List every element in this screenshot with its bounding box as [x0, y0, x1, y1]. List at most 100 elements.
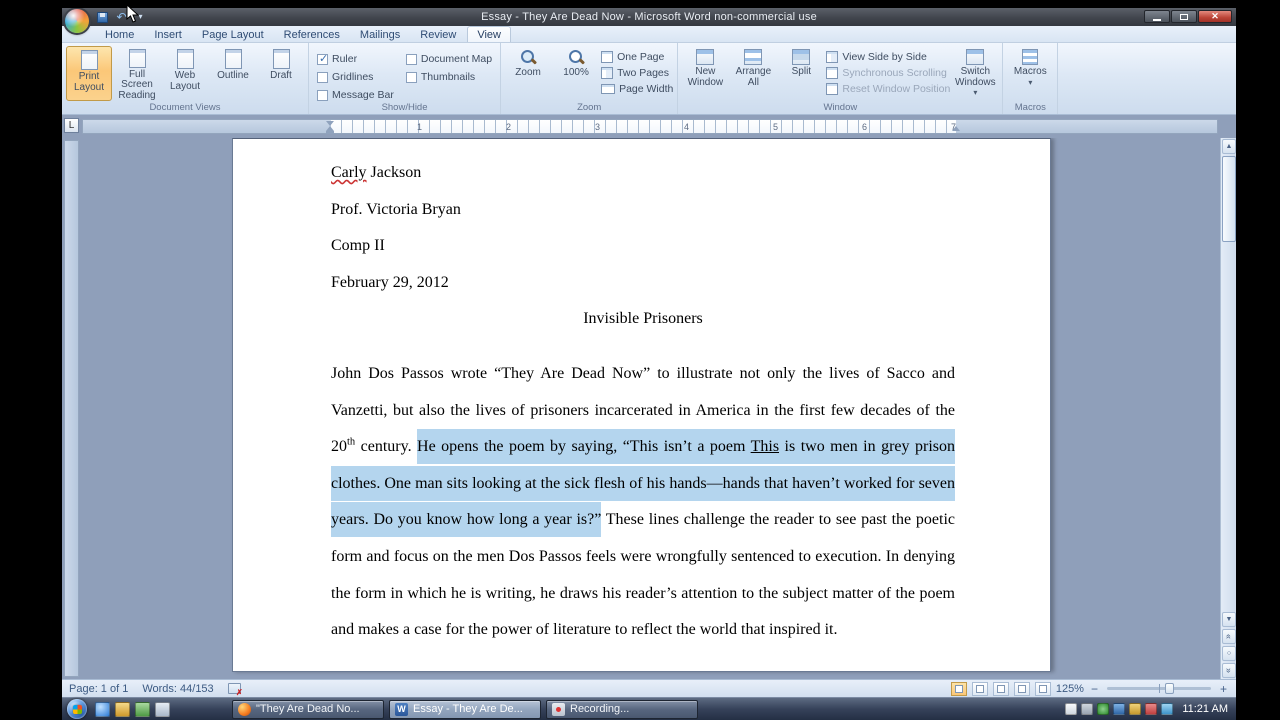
- draft-view-button[interactable]: [1034, 681, 1051, 696]
- draft-button[interactable]: Draft: [258, 46, 304, 101]
- scrollbar-thumb[interactable]: [1222, 156, 1236, 242]
- tab-insert[interactable]: Insert: [145, 27, 191, 42]
- print-layout-view-button[interactable]: [950, 681, 967, 696]
- two-pages-button[interactable]: Two Pages: [601, 67, 673, 79]
- magnifier-icon: [520, 49, 537, 66]
- document-page[interactable]: Carly Jackson Prof. Victoria Bryan Comp II…: [232, 138, 1051, 672]
- checkbox-icon[interactable]: [317, 89, 328, 101]
- zoom-out-button[interactable]: −: [1089, 682, 1100, 696]
- update-icon[interactable]: [1129, 703, 1142, 715]
- taskbar-clock[interactable]: 11:21 AM: [1182, 703, 1228, 715]
- outline-button[interactable]: Outline: [210, 46, 256, 101]
- scroll-down-button[interactable]: ▼: [1222, 612, 1236, 627]
- essay-title[interactable]: Invisible Prisoners: [331, 301, 955, 338]
- full-screen-reading-button[interactable]: Full Screen Reading: [114, 46, 160, 101]
- taskbar-button-essay-they-are-de[interactable]: Essay - They Are De...: [389, 699, 541, 719]
- checkbox-icon[interactable]: [405, 71, 417, 83]
- macros-button[interactable]: Macros ▾: [1007, 46, 1053, 101]
- checkbox-icon[interactable]: [317, 52, 328, 65]
- checkbox-icon[interactable]: [405, 53, 417, 65]
- tab-review[interactable]: Review: [411, 27, 465, 42]
- zoom-slider-thumb[interactable]: [1164, 683, 1174, 694]
- text-segment-normal: Comp II: [331, 237, 385, 255]
- chevron-down-icon: ▾: [973, 88, 978, 97]
- document-line[interactable]: Carly Jackson: [331, 155, 955, 192]
- one-page-button[interactable]: One Page: [601, 51, 673, 63]
- essay-paragraph[interactable]: John Dos Passos wrote “They Are Dead Now…: [331, 356, 955, 649]
- maximize-button[interactable]: [1171, 10, 1197, 23]
- document-line[interactable]: February 29, 2012: [331, 265, 955, 302]
- internet-explorer-icon[interactable]: [95, 701, 110, 717]
- scroll-nav-buttons: ▼ « ○ »: [1221, 611, 1236, 679]
- document-line[interactable]: Prof. Victoria Bryan: [331, 192, 955, 229]
- office-button[interactable]: [65, 9, 89, 33]
- next-page-button[interactable]: »: [1222, 663, 1236, 678]
- hidden-icons-button[interactable]: [1065, 703, 1078, 715]
- explorer-icon[interactable]: [155, 701, 170, 717]
- switch-windows-button[interactable]: Switch Windows ▾: [952, 46, 998, 101]
- arrange-all-button[interactable]: Arrange All: [730, 46, 776, 101]
- media-player-icon[interactable]: [115, 701, 130, 717]
- start-button[interactable]: [67, 699, 87, 719]
- web-layout-view-button[interactable]: [992, 681, 1009, 696]
- messenger-icon[interactable]: [1145, 703, 1158, 715]
- safely-remove-hardware-icon[interactable]: [1081, 703, 1094, 715]
- reset-window-position-button[interactable]: Reset Window Position: [826, 83, 950, 95]
- print-layout-button[interactable]: Print Layout: [66, 46, 112, 101]
- tab-view[interactable]: View: [467, 26, 511, 42]
- group-label-document-views: Document Views: [149, 102, 221, 113]
- select-browse-object-button[interactable]: ○: [1222, 646, 1236, 661]
- taskbar-button-they-are-dead-no[interactable]: "They Are Dead No...: [232, 699, 384, 719]
- page-width-button[interactable]: Page Width: [601, 83, 673, 95]
- synchronous-scrolling-button[interactable]: Synchronous Scrolling: [826, 67, 950, 79]
- horizontal-ruler[interactable]: 1234567: [82, 119, 1218, 134]
- web-layout-button[interactable]: Web Layout: [162, 46, 208, 101]
- tab-page-layout[interactable]: Page Layout: [193, 27, 273, 42]
- proofing-errors-icon[interactable]: ✗: [227, 683, 243, 697]
- checkbox-message-bar[interactable]: Message Bar: [317, 89, 394, 101]
- recorder-icon: [552, 702, 565, 716]
- checkbox-document-map[interactable]: Document Map: [405, 53, 492, 65]
- word-count[interactable]: Words: 44/153: [142, 683, 213, 695]
- view-side-by-side-button[interactable]: View Side by Side: [826, 51, 950, 63]
- close-button[interactable]: ✕: [1198, 10, 1232, 23]
- antivirus-icon[interactable]: [1097, 703, 1110, 715]
- tab-home[interactable]: Home: [96, 27, 143, 42]
- zoom-in-button[interactable]: +: [1218, 682, 1229, 696]
- zoom-button[interactable]: Zoom: [505, 46, 551, 101]
- mouse-cursor: [126, 4, 139, 23]
- zoom-slider[interactable]: [1106, 683, 1211, 694]
- left-indent-marker[interactable]: [326, 121, 334, 134]
- new-window-button[interactable]: New Window: [682, 46, 728, 101]
- synchronous-scrolling-icon: [826, 67, 839, 79]
- button-label: Reset Window Position: [842, 83, 951, 95]
- left-indent-icon[interactable]: [326, 131, 334, 134]
- right-indent-icon[interactable]: [952, 126, 960, 131]
- checkbox-thumbnails[interactable]: Thumbnails: [405, 71, 492, 83]
- minimize-button[interactable]: [1144, 10, 1170, 23]
- volume-icon[interactable]: [1161, 703, 1174, 715]
- zoom-100-button[interactable]: 100%: [553, 46, 599, 101]
- full-screen-reading-view-button[interactable]: [971, 681, 988, 696]
- checkbox-ruler[interactable]: Ruler: [317, 52, 394, 65]
- vertical-scrollbar[interactable]: ▲ ▼ « ○ »: [1220, 138, 1236, 679]
- zoom-level[interactable]: 125%: [1056, 683, 1084, 695]
- checkbox-gridlines[interactable]: Gridlines: [317, 71, 394, 83]
- page-indicator[interactable]: Page: 1 of 1: [69, 683, 128, 695]
- right-indent-marker[interactable]: [952, 126, 960, 131]
- tab-mailings[interactable]: Mailings: [351, 27, 409, 42]
- vertical-ruler[interactable]: [64, 140, 79, 677]
- document-line[interactable]: Comp II: [331, 228, 955, 265]
- split-button[interactable]: Split: [778, 46, 824, 101]
- network-icon[interactable]: [1113, 703, 1126, 715]
- one-page-icon: [601, 51, 614, 63]
- checkbox-icon[interactable]: [317, 71, 328, 83]
- previous-page-button[interactable]: «: [1222, 629, 1236, 644]
- tab-references[interactable]: References: [275, 27, 349, 42]
- title-bar: ↶ ▾ Essay - They Are Dead Now - Microsof…: [62, 8, 1236, 33]
- outline-view-button[interactable]: [1013, 681, 1030, 696]
- scroll-up-button[interactable]: ▲: [1222, 139, 1236, 154]
- taskbar-button-recording[interactable]: Recording...: [546, 699, 698, 719]
- tab-stop-selector[interactable]: L: [64, 118, 79, 133]
- show-desktop-icon[interactable]: [135, 701, 150, 717]
